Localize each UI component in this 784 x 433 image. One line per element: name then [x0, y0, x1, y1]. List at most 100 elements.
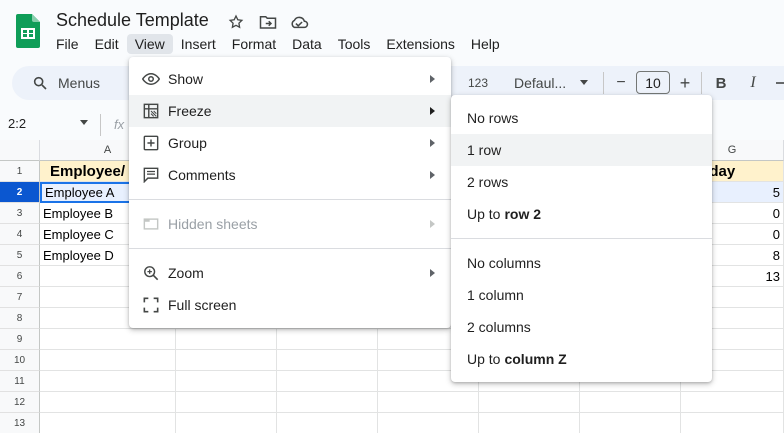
freeze-no-rows[interactable]: No rows — [451, 102, 712, 134]
menu-file[interactable]: File — [48, 34, 87, 54]
menu-item-label: Show — [168, 71, 204, 87]
cell[interactable] — [681, 413, 784, 433]
row-header[interactable]: 6 — [0, 266, 40, 287]
name-box-dropdown-icon[interactable] — [80, 120, 88, 125]
row-header[interactable]: 7 — [0, 287, 40, 308]
font-size-input[interactable]: 10 — [636, 71, 670, 94]
cell[interactable] — [40, 413, 176, 433]
submenu-arrow-icon — [430, 107, 435, 115]
submenu-arrow-icon — [430, 171, 435, 179]
formula-divider — [100, 114, 101, 136]
freeze-2-rows[interactable]: 2 rows — [451, 166, 712, 198]
group-icon — [142, 134, 160, 152]
view-menu: Show Freeze Group Comments Hidden sheets… — [129, 57, 451, 328]
menu-view[interactable]: View — [126, 34, 173, 54]
font-family-select[interactable]: Defaul... — [514, 75, 566, 91]
strikethrough-icon[interactable] — [772, 72, 784, 94]
menus-search-button[interactable]: Menus — [20, 70, 124, 96]
freeze-up-to-column[interactable]: Up to column Z — [451, 343, 712, 375]
row-header[interactable]: 12 — [0, 392, 40, 413]
menu-edit[interactable]: Edit — [87, 34, 127, 54]
cell[interactable] — [40, 392, 176, 413]
decrease-font-size-button[interactable]: − — [611, 72, 631, 94]
cell[interactable] — [378, 413, 479, 433]
view-menu-item-full-screen[interactable]: Full screen — [129, 289, 451, 321]
cloud-saved-icon[interactable] — [289, 12, 309, 32]
cell[interactable] — [40, 329, 176, 350]
cell[interactable] — [580, 392, 681, 413]
cell[interactable] — [681, 392, 784, 413]
view-menu-item-comments[interactable]: Comments — [129, 159, 451, 191]
cell[interactable] — [277, 413, 378, 433]
eye-icon — [142, 70, 160, 88]
toolbar-divider — [701, 72, 702, 94]
cell[interactable] — [378, 392, 479, 413]
freeze-submenu: No rows 1 row 2 rows Up to row 2 No colum… — [451, 95, 712, 382]
menu-extensions[interactable]: Extensions — [378, 34, 462, 54]
row-header[interactable]: 10 — [0, 350, 40, 371]
row-header[interactable]: 8 — [0, 308, 40, 329]
cell[interactable] — [176, 392, 277, 413]
cell[interactable] — [479, 392, 580, 413]
fullscreen-icon — [142, 296, 160, 314]
view-menu-item-zoom[interactable]: Zoom — [129, 257, 451, 289]
menu-format[interactable]: Format — [224, 34, 284, 54]
menu-data[interactable]: Data — [284, 34, 330, 54]
bold-button[interactable]: B — [711, 72, 731, 94]
number-format-button[interactable]: 123 — [468, 76, 488, 90]
zoom-icon — [142, 264, 160, 282]
submenu-arrow-icon — [430, 75, 435, 83]
cell[interactable] — [176, 371, 277, 392]
select-all-corner[interactable] — [0, 140, 40, 161]
menu-separator — [129, 248, 451, 249]
submenu-arrow-icon — [430, 139, 435, 147]
cell[interactable] — [277, 350, 378, 371]
cell[interactable] — [176, 329, 277, 350]
freeze-up-to-row[interactable]: Up to row 2 — [451, 198, 712, 230]
cell[interactable] — [176, 350, 277, 371]
menu-separator — [129, 199, 451, 200]
cell[interactable] — [277, 329, 378, 350]
menu-help[interactable]: Help — [463, 34, 508, 54]
menus-search-label: Menus — [58, 75, 101, 91]
cell[interactable] — [277, 392, 378, 413]
row-header[interactable]: 4 — [0, 224, 40, 245]
view-menu-item-group[interactable]: Group — [129, 127, 451, 159]
menu-item-label: Group — [168, 135, 207, 151]
row-header[interactable]: 2 — [0, 182, 40, 203]
cell[interactable] — [580, 413, 681, 433]
row-header[interactable]: 9 — [0, 329, 40, 350]
freeze-2-columns[interactable]: 2 columns — [451, 311, 712, 343]
row-header[interactable]: 5 — [0, 245, 40, 266]
freeze-up-to-row-prefix: Up to — [467, 206, 501, 222]
cell[interactable] — [479, 413, 580, 433]
menu-tools[interactable]: Tools — [330, 34, 379, 54]
cell[interactable] — [40, 371, 176, 392]
freeze-1-row[interactable]: 1 row — [451, 134, 712, 166]
freeze-1-column[interactable]: 1 column — [451, 279, 712, 311]
document-title[interactable]: Schedule Template — [56, 10, 209, 31]
view-menu-item-show[interactable]: Show — [129, 63, 451, 95]
cell[interactable] — [40, 350, 176, 371]
cell[interactable] — [277, 371, 378, 392]
row-header[interactable]: 13 — [0, 413, 40, 433]
increase-font-size-button[interactable]: + — [675, 72, 695, 94]
row-header[interactable]: 11 — [0, 371, 40, 392]
sheets-logo-icon[interactable] — [16, 14, 40, 48]
app-window: Schedule Template File Edit View Insert … — [0, 0, 784, 433]
menu-item-label: Full screen — [168, 297, 237, 313]
font-dropdown-arrow-icon[interactable] — [580, 80, 588, 85]
row-header[interactable]: 3 — [0, 203, 40, 224]
fx-icon: fx — [114, 117, 125, 132]
move-folder-icon[interactable] — [258, 12, 278, 32]
name-box[interactable]: 2:2 — [8, 116, 26, 131]
cell[interactable] — [176, 413, 277, 433]
menu-item-label: Comments — [168, 167, 236, 183]
row-header[interactable]: 1 — [0, 161, 40, 182]
freeze-no-columns[interactable]: No columns — [451, 247, 712, 279]
star-icon[interactable] — [226, 12, 246, 32]
view-menu-item-freeze[interactable]: Freeze — [129, 95, 451, 127]
freeze-up-to-row-value: row 2 — [504, 206, 542, 222]
italic-button[interactable]: I — [743, 72, 763, 94]
menu-insert[interactable]: Insert — [173, 34, 224, 54]
